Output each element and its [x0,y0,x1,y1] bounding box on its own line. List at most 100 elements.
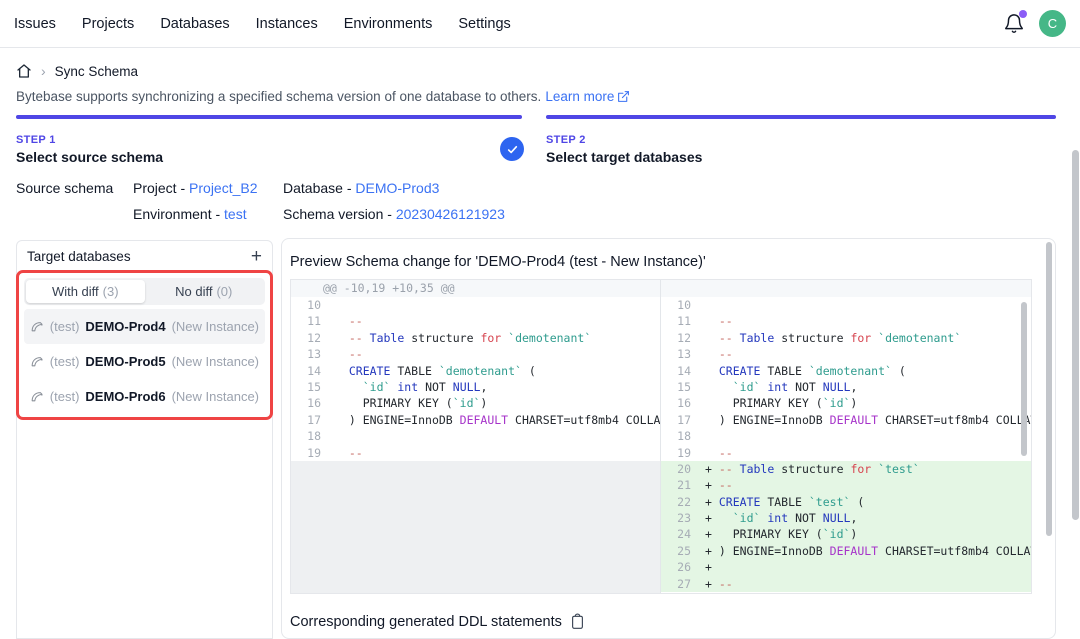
diff-line-code: PRIMARY KEY (`id`) [705,395,1031,411]
diff-line: 19 -- [291,445,660,461]
diff-line-number: 20 [661,461,705,477]
step2-progress-bar [546,115,1056,119]
diff-line-code: + -- [705,477,1031,493]
diff-line: 19 -- [661,445,1031,461]
diff-line-number: 17 [661,412,705,428]
field-database: Database - DEMO-Prod3 [283,180,439,196]
field-schema-version: Schema version - 20230426121923 [283,206,505,222]
diff-line-number: 14 [291,363,335,379]
diff-line-code: `id` int NOT NULL, [335,379,660,395]
nav-item-instances[interactable]: Instances [256,16,318,32]
diff-line: 26+ [661,559,1031,575]
environment-link[interactable]: test [224,206,247,222]
diff-line: 24+ PRIMARY KEY (`id`) [661,526,1031,542]
db-name: DEMO-Prod4 [85,319,165,334]
diff-line-number: 12 [291,330,335,346]
diff-line-number: 10 [661,297,705,313]
db-instance-tag: (New Instance) [172,389,259,404]
diff-line-number: 16 [661,395,705,411]
target-database-row[interactable]: (test) DEMO-Prod4 (New Instance) [24,309,265,344]
copy-ddl-button[interactable] [570,613,585,630]
tab-no-diff[interactable]: No diff (0) [145,280,264,303]
diff-line-number: 17 [291,412,335,428]
intro-text: Bytebase supports synchronizing a specif… [16,89,630,104]
diff-line-code: -- [705,445,1031,461]
diff-line-code: -- [705,346,1031,362]
diff-pane-target: 10 11 --12 -- Table structure for `demot… [661,280,1031,593]
field-project: Project - Project_B2 [133,180,258,196]
nav-item-projects[interactable]: Projects [82,16,134,32]
target-databases-panel: Target databases + With diff (3) No diff… [16,240,273,639]
diff-line: 13 -- [291,346,660,362]
step-2: STEP 2 Select target databases [546,134,702,165]
diff-line-number: 23 [661,510,705,526]
learn-more-link[interactable]: Learn more [545,89,630,104]
diff-line-number: 10 [291,297,335,313]
diff-hunk-header: @@ -10,19 +10,35 @@ [291,280,660,297]
preview-card: Preview Schema change for 'DEMO-Prod4 (t… [281,238,1056,639]
home-icon[interactable] [16,63,32,79]
nav-right: C [1003,10,1066,37]
diff-line: 14 CREATE TABLE `demotenant` ( [661,363,1031,379]
db-instance-tag: (New Instance) [172,319,259,334]
target-database-row[interactable]: (test) DEMO-Prod5 (New Instance) [24,344,265,379]
step-1: STEP 1 Select source schema [16,134,163,165]
diff-line-code: ) ENGINE=InnoDB DEFAULT CHARSET=utf8mb4 … [335,412,660,428]
target-database-row[interactable]: (test) DEMO-Prod6 (New Instance) [24,379,265,414]
step1-progress-bar [16,115,522,119]
db-name: DEMO-Prod6 [85,389,165,404]
diff-line-code: -- [335,346,660,362]
diff-scrollbar[interactable] [1021,302,1027,456]
diff-right-rows: 10 11 --12 -- Table structure for `demot… [661,297,1031,592]
diff-line-code: + -- Table structure for `test` [705,461,1031,477]
diff-line-number: 26 [661,559,705,575]
database-link[interactable]: DEMO-Prod3 [355,180,439,196]
diff-line-code: -- [335,445,660,461]
schema-diff-viewer: @@ -10,19 +10,35 @@ 10 11 --12 -- Table … [290,279,1032,594]
page-title: Sync Schema [55,64,138,79]
diff-line-number: 19 [661,445,705,461]
diff-line: 15 `id` int NOT NULL, [291,379,660,395]
diff-pane-source: @@ -10,19 +10,35 @@ 10 11 --12 -- Table … [291,280,661,593]
diff-line: 12 -- Table structure for `demotenant` [291,330,660,346]
window-scrollbar[interactable] [1072,150,1079,520]
diff-left-filler [291,461,660,593]
tab-with-diff[interactable]: With diff (3) [26,280,145,303]
notifications-button[interactable] [1003,13,1025,35]
diff-line-number: 18 [291,428,335,444]
diff-line-code: + CREATE TABLE `test` ( [705,494,1031,510]
diff-line-code: -- Table structure for `demotenant` [705,330,1031,346]
diff-line-number: 15 [291,379,335,395]
diff-line-number: 22 [661,494,705,510]
target-databases-title: Target databases [27,249,131,264]
avatar[interactable]: C [1039,10,1066,37]
diff-line-number: 21 [661,477,705,493]
nav-item-settings[interactable]: Settings [458,16,510,32]
nav-item-databases[interactable]: Databases [160,16,229,32]
diff-line: 15 `id` int NOT NULL, [661,379,1031,395]
schema-version-link[interactable]: 20230426121923 [396,206,505,222]
diff-line-number: 11 [291,313,335,329]
diff-line: 25+ ) ENGINE=InnoDB DEFAULT CHARSET=utf8… [661,543,1031,559]
top-nav: Issues Projects Databases Instances Environm… [0,0,1080,48]
diff-line: 18 [661,428,1031,444]
card-scrollbar[interactable] [1046,242,1052,536]
nav-item-issues[interactable]: Issues [14,16,56,32]
diff-line: 13 -- [661,346,1031,362]
diff-line: 16 PRIMARY KEY (`id`) [291,395,660,411]
project-link[interactable]: Project_B2 [189,180,257,196]
diff-line: 27+ -- [661,576,1031,592]
diff-line-number: 18 [661,428,705,444]
db-environment: (test) [50,389,80,404]
nav-item-environments[interactable]: Environments [344,16,433,32]
diff-right-header [661,280,1031,297]
diff-line-code: -- Table structure for `demotenant` [335,330,660,346]
diff-line: 20+ -- Table structure for `test` [661,461,1031,477]
diff-line-number: 25 [661,543,705,559]
db-environment: (test) [50,319,80,334]
clipboard-icon [570,613,585,630]
diff-line: 12 -- Table structure for `demotenant` [661,330,1031,346]
diff-line-number: 14 [661,363,705,379]
add-target-database-button[interactable]: + [251,247,262,266]
diff-line-number: 16 [291,395,335,411]
